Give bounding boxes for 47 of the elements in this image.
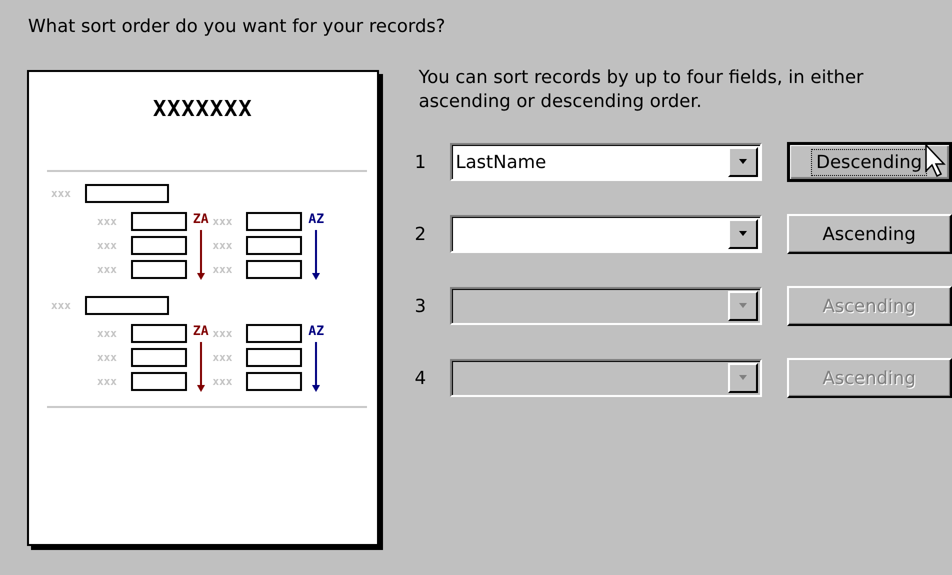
question-label: What sort order do you want for your records? [28,16,446,39]
preview-field-box [246,236,302,255]
preview-label: xxx [97,239,117,252]
down-arrow-icon [311,342,322,392]
preview-label: xxx [51,298,71,312]
sort-level-number: 2 [414,224,428,244]
preview-label: xxx [97,327,117,340]
down-arrow-icon [311,230,322,280]
preview-field-box [130,236,187,255]
preview-label: xxx [212,239,232,252]
preview-field-box [130,260,187,279]
preview-field-box [246,212,302,231]
preview-field-box [246,348,302,367]
preview-label: xxx [97,215,117,228]
dropdown-value: LastName [456,152,548,172]
preview-field-box [246,260,302,279]
preview-field-box [246,372,302,391]
description-text: You can sort records by up to four fields, in either ascending or descending order. [418,66,864,114]
sort-order-label: AZ [308,324,324,340]
preview-label: xxx [212,263,232,276]
sort-level-number: 4 [414,368,428,388]
preview-title: XXXXXXX [152,96,254,124]
preview-field-box [130,348,187,367]
preview-label: xxx [212,215,232,228]
sort-level-number: 1 [414,152,428,172]
preview-label: xxx [97,263,117,276]
sort-order-label: ZA [192,324,209,340]
mouse-pointer-icon [924,144,947,178]
preview-label: xxx [97,351,117,364]
preview-field-box [130,324,187,343]
preview-field-box [246,324,302,343]
field-dropdown[interactable]: LastName [450,143,762,181]
sort-order-label: AZ [308,212,324,228]
down-arrow-icon [196,230,206,280]
preview-field-box [130,372,187,391]
preview-field-box [130,212,187,231]
preview-label: xxx [97,375,117,388]
preview-label: xxx [212,351,232,364]
sort-level-number: 3 [414,296,428,316]
down-arrow-icon [196,342,206,392]
preview-label: xxx [212,375,232,388]
preview-label: xxx [51,186,71,200]
field-dropdown[interactable] [450,215,762,253]
preview-label: xxx [212,327,232,340]
sort-direction-button[interactable]: Ascending [786,214,952,254]
sort-direction-button[interactable]: Descending [786,142,952,182]
sort-order-label: ZA [192,212,209,228]
